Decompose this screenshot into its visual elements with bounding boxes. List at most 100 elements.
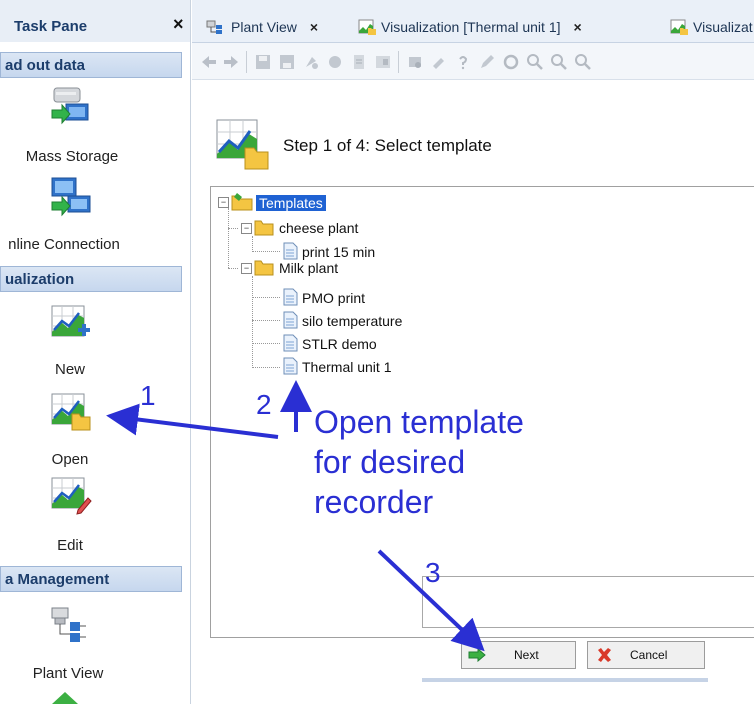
zoom-in-icon[interactable] [526, 53, 544, 71]
zoom-fit-icon[interactable] [574, 53, 592, 71]
toolbar-separator [398, 51, 399, 73]
section-label: ualization [5, 271, 75, 288]
document-icon[interactable] [350, 53, 368, 71]
tree-line [252, 251, 280, 252]
tree-line [228, 268, 238, 269]
settings-icon[interactable] [406, 53, 424, 71]
tree-line [252, 367, 280, 368]
tree-node-cheese-plant[interactable]: cheese plant [279, 220, 358, 236]
paint-icon[interactable] [302, 53, 320, 71]
tree-node-template[interactable]: silo temperature [302, 313, 402, 329]
online-connection-icon[interactable] [48, 176, 92, 218]
tree-node-templates[interactable]: Templates [256, 195, 326, 211]
tree-line [228, 208, 229, 268]
task-item-online-connection[interactable]: nline Connection [8, 236, 120, 253]
folder-icon [254, 220, 274, 236]
tree-line [252, 297, 280, 298]
annotation-instruction-text: Open template for desired recorder [314, 402, 524, 522]
partial-task-icon [52, 692, 78, 704]
back-arrow-icon[interactable] [200, 53, 218, 71]
task-pane-title: Task Pane [14, 18, 88, 35]
section-visualization[interactable]: ualization [0, 266, 182, 292]
section-data-management[interactable]: a Management [0, 566, 182, 592]
wizard-description-panel [422, 576, 754, 628]
edit-icon[interactable] [478, 53, 496, 71]
open-visualization-icon[interactable] [48, 390, 92, 432]
template-file-icon [283, 334, 298, 352]
wizard-step-title: Step 1 of 4: Select template [283, 136, 492, 155]
tree-line [252, 236, 253, 252]
cancel-button[interactable]: Cancel [587, 641, 705, 669]
toolbar [192, 43, 754, 80]
refresh-icon[interactable] [502, 53, 520, 71]
tree-node-milk-plant[interactable]: Milk plant [279, 260, 338, 276]
new-visualization-icon[interactable] [48, 302, 92, 344]
cancel-button-label: Cancel [630, 648, 668, 662]
task-pane-header: Task Pane × [0, 0, 190, 42]
template-file-icon [283, 311, 298, 329]
save-icon[interactable] [254, 53, 272, 71]
template-file-icon [283, 288, 298, 306]
tree-line [252, 320, 280, 321]
task-item-edit[interactable]: Edit [57, 537, 83, 554]
annotation-line: for desired [314, 444, 466, 480]
plant-view-tab-icon [206, 20, 222, 34]
task-item-open[interactable]: Open [52, 451, 89, 468]
tree-node-template[interactable]: PMO print [302, 290, 365, 306]
edit-visualization-icon[interactable] [48, 474, 92, 516]
tree-line [252, 276, 253, 368]
tree-collapse-toggle[interactable]: − [241, 263, 252, 274]
tree-node-template[interactable]: STLR demo [302, 336, 377, 352]
tab-label: Visualization [Thermal unit 1] [381, 19, 561, 35]
mass-storage-icon[interactable] [48, 84, 92, 126]
visualization-tab-icon [358, 19, 376, 35]
document-tab-bar: Plant View × Visualization [Thermal unit… [192, 0, 754, 43]
forward-arrow-icon[interactable] [222, 53, 240, 71]
help-icon[interactable] [454, 53, 472, 71]
task-item-new[interactable]: New [55, 361, 85, 378]
visualization-tab-icon [670, 19, 688, 35]
annotation-step-2: 2 [256, 389, 272, 420]
annotation-line: Open template [314, 404, 524, 440]
tab-plant-view[interactable]: Plant View × [206, 16, 318, 38]
template-wizard-icon [216, 119, 269, 170]
folder-icon [254, 260, 274, 276]
tab-label: Plant View [231, 19, 297, 35]
next-button[interactable]: Next [461, 641, 576, 669]
task-item-plant-view[interactable]: Plant View [33, 665, 104, 682]
task-pane-close-button[interactable]: × [173, 14, 184, 35]
zoom-out-icon[interactable] [550, 53, 568, 71]
layout-icon[interactable] [374, 53, 392, 71]
save-as-icon[interactable] [278, 53, 296, 71]
tree-line [228, 228, 238, 229]
tree-collapse-toggle[interactable]: − [241, 223, 252, 234]
section-read-out-data[interactable]: ad out data [0, 52, 182, 78]
status-bar-strip [422, 678, 708, 682]
section-label: a Management [5, 571, 110, 588]
pin-icon[interactable] [430, 53, 448, 71]
templates-folder-icon [231, 193, 253, 211]
tab-close-button[interactable]: × [574, 19, 582, 35]
section-label: ad out data [5, 57, 86, 74]
annotation-line: recorder [314, 484, 434, 520]
shape-icon[interactable] [326, 53, 344, 71]
tab-visualization-partial[interactable]: Visualizat [670, 16, 753, 38]
task-item-mass-storage[interactable]: Mass Storage [26, 148, 119, 165]
template-file-icon [283, 357, 298, 375]
tree-line [252, 343, 280, 344]
tree-node-template[interactable]: print 15 min [302, 244, 375, 260]
tree-collapse-toggle[interactable]: − [218, 197, 229, 208]
toolbar-separator [246, 51, 247, 73]
task-pane: Task Pane × ad out data Mass Storage nli… [0, 0, 191, 704]
annotation-step-1: 1 [140, 380, 156, 411]
red-x-icon [598, 648, 611, 662]
next-button-label: Next [514, 648, 539, 662]
annotation-step-3: 3 [425, 557, 441, 588]
tab-visualization-thermal-unit-1[interactable]: Visualization [Thermal unit 1] × [358, 16, 582, 38]
template-file-icon [283, 242, 298, 260]
tab-close-button[interactable]: × [310, 19, 318, 35]
tab-label: Visualizat [693, 19, 753, 35]
plant-view-icon[interactable] [46, 604, 90, 646]
tree-node-thermal-unit-1[interactable]: Thermal unit 1 [302, 359, 391, 375]
green-arrow-icon [468, 648, 486, 662]
